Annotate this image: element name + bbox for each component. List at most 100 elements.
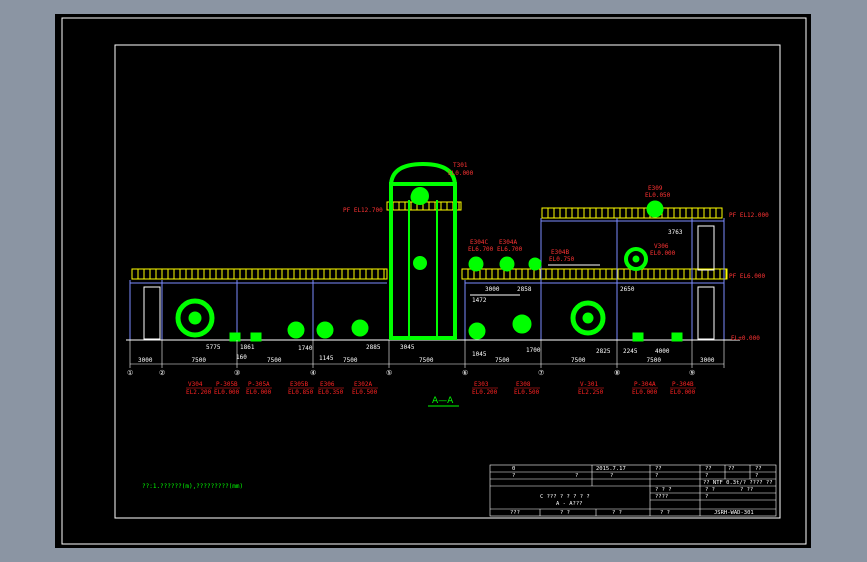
dim-2885: 2885 bbox=[366, 344, 381, 351]
dim-1472: 1472 bbox=[472, 297, 487, 304]
elevation-el-0: EL±0.000 bbox=[731, 335, 760, 342]
bottom-dimension: 3000 bbox=[700, 357, 715, 364]
bottom-dimension: 7500 bbox=[647, 357, 662, 364]
equipment-tag: V304 bbox=[188, 381, 203, 388]
equipment-elevation: EL0.000 bbox=[246, 389, 272, 396]
e304a-exchanger bbox=[499, 256, 515, 272]
tb-r2-4: ? bbox=[655, 473, 658, 479]
elevation-pf-6000: PF EL6.000 bbox=[729, 273, 766, 280]
t301-top-nozzle-fill bbox=[410, 189, 426, 205]
tb-cell-2: ?? bbox=[705, 466, 712, 472]
e304b-tag: E304B bbox=[551, 249, 569, 256]
e308-exchanger bbox=[512, 314, 532, 334]
dim-5775: 5775 bbox=[206, 344, 221, 351]
column-mid-nozzle bbox=[413, 256, 427, 270]
equipment-elevation: EL0.500 bbox=[352, 389, 378, 396]
e304a-tag: E304A bbox=[499, 239, 517, 246]
tb-subtitle: A - A??? bbox=[556, 501, 583, 507]
tb-project: ?? NTF 0.3t/? ???? ?? bbox=[703, 480, 773, 486]
dim-2825: 2825 bbox=[596, 348, 611, 355]
e304c-exchanger bbox=[468, 256, 484, 272]
bottom-dimension: 7500 bbox=[192, 357, 207, 364]
e304b-el: EL0.750 bbox=[549, 256, 575, 263]
equipment-elevation: EL0.500 bbox=[514, 389, 540, 396]
equipment-elevation: EL0.350 bbox=[318, 389, 344, 396]
tb-r2-2: ? bbox=[575, 473, 578, 479]
equipment-tag: E305B bbox=[290, 381, 308, 388]
t301-tag: T301 bbox=[453, 162, 468, 169]
elevation-pf-12000: PF EL12.000 bbox=[729, 212, 769, 219]
tb-r4-1: ? ? ? bbox=[655, 487, 672, 493]
bottom-dimension: 7500 bbox=[343, 357, 358, 364]
tb-r4-2: ? ? bbox=[705, 487, 715, 493]
e309-tag: E309 bbox=[648, 185, 663, 192]
tb-cell-1: ?? bbox=[655, 466, 662, 472]
equipment-tag: E308 bbox=[516, 381, 531, 388]
dim-2245: 2245 bbox=[623, 348, 638, 355]
e304a-el: EL6.700 bbox=[497, 246, 523, 253]
grid-axis-number: ⑤ bbox=[386, 369, 392, 377]
grid-axis-number: ⑥ bbox=[462, 369, 468, 377]
bottom-dimension: 7500 bbox=[419, 357, 434, 364]
tb-r2-1: ? bbox=[512, 473, 515, 479]
dim-1740: 1740 bbox=[298, 345, 313, 352]
grid-axis-number: ④ bbox=[310, 369, 316, 377]
equipment-tag: E302A bbox=[354, 381, 372, 388]
equipment-elevation: EL0.000 bbox=[214, 389, 240, 396]
p304b-pump bbox=[671, 332, 683, 342]
tb-r2-6: ? bbox=[755, 473, 758, 479]
e304c-tag: E304C bbox=[470, 239, 488, 246]
tb-r2-3: ? bbox=[610, 473, 613, 479]
equipment-elevation: EL2.250 bbox=[578, 389, 604, 396]
v306-el: EL0.000 bbox=[650, 250, 676, 257]
dim-2858: 2858 bbox=[517, 286, 532, 293]
tb-sign-3: ? ? bbox=[612, 510, 622, 516]
dim-3000: 3000 bbox=[485, 286, 500, 293]
grid-axis-number: ⑦ bbox=[538, 369, 544, 377]
grid-axis-number: ② bbox=[159, 369, 165, 377]
p304a-pump bbox=[632, 332, 644, 342]
equipment-tag: P-305A bbox=[248, 381, 270, 388]
p305a-pump bbox=[250, 332, 262, 342]
bottom-dimension: 7500 bbox=[495, 357, 510, 364]
section-label: A—A bbox=[432, 396, 454, 406]
cad-drawing-canvas: T301 EL0.000 E309 EL0.050 E304C EL6.700 … bbox=[0, 0, 867, 562]
dim-1145: 1145 bbox=[319, 355, 334, 362]
dim-1700: 1700 bbox=[526, 347, 541, 354]
p305b-pump bbox=[229, 332, 241, 342]
tb-sign-2: ? ? bbox=[560, 510, 570, 516]
equipment-tag: E303 bbox=[474, 381, 489, 388]
grid-axis-number: ⑨ bbox=[689, 369, 695, 377]
tb-r5-1: ???? bbox=[655, 494, 668, 500]
tb-title: C ??? ? ? ? ? ? bbox=[540, 494, 590, 500]
tb-rev: 0 bbox=[512, 466, 515, 472]
equipment-tag: E306 bbox=[320, 381, 335, 388]
tb-r5-2: ? bbox=[705, 494, 708, 500]
dim-160: 160 bbox=[236, 354, 247, 361]
general-note: ??:1.??????(m),?????????(mm) bbox=[142, 483, 243, 490]
e305b-exchanger bbox=[287, 321, 305, 339]
tb-sign-4: ? ? bbox=[660, 510, 670, 516]
grid-axis-number: ① bbox=[127, 369, 133, 377]
elevation-pf-12700: PF EL12.700 bbox=[343, 207, 383, 214]
e306-exchanger bbox=[316, 321, 334, 339]
tb-date: 2015.7.17 bbox=[596, 466, 626, 472]
equipment-elevation: EL0.000 bbox=[632, 389, 658, 396]
dim-4000: 4000 bbox=[655, 348, 670, 355]
equipment-tag: V-301 bbox=[580, 381, 598, 388]
tb-cell-3: ?? bbox=[728, 466, 735, 472]
tb-cell-4: ?? bbox=[755, 466, 762, 472]
equipment-tag: P-304A bbox=[634, 381, 656, 388]
dim-3045: 3045 bbox=[400, 344, 415, 351]
e309-el: EL0.050 bbox=[645, 192, 671, 199]
drawing-sheet bbox=[55, 14, 811, 548]
equipment-elevation: EL0.000 bbox=[670, 389, 696, 396]
tb-r4-3: ? ?? bbox=[740, 487, 753, 493]
equipment-tag: P-304B bbox=[672, 381, 694, 388]
bottom-dimension: 3000 bbox=[138, 357, 153, 364]
equipment-elevation: EL2.200 bbox=[186, 389, 212, 396]
e309-exchanger bbox=[646, 200, 664, 218]
e302a-exchanger bbox=[351, 319, 369, 337]
grid-axis-number: ⑧ bbox=[614, 369, 620, 377]
e304b-exchanger bbox=[528, 257, 542, 271]
